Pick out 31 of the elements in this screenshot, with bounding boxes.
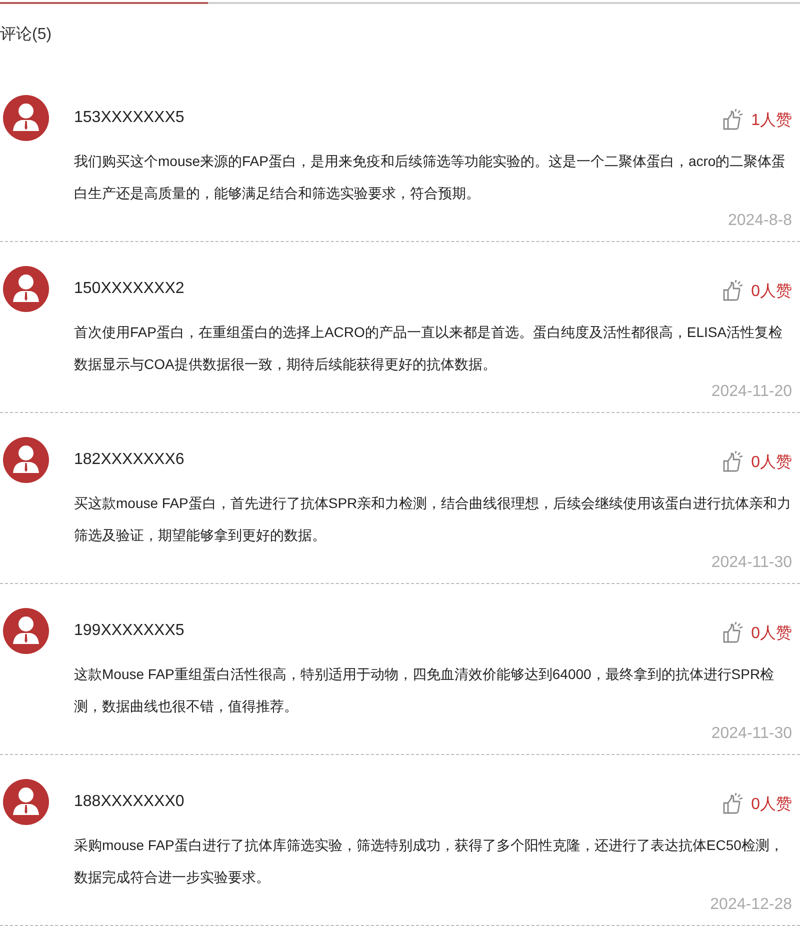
- avatar-icon: [3, 608, 49, 654]
- comment-text: 我们购买这个mouse来源的FAP蛋白，是用来免疫和后续筛选等功能实验的。这是一个二聚体蛋白，acro的二聚体蛋白生产还是高质量的，能够满足结合和筛选实验要求，符合预期。: [74, 152, 787, 203]
- like-button[interactable]: 1人赞: [721, 108, 792, 132]
- thumbs-up-icon: [721, 792, 746, 816]
- thumbs-up-icon: [721, 621, 746, 645]
- comment-date: 2024-11-30: [711, 724, 792, 744]
- comments-heading: 评论(5): [0, 25, 53, 45]
- avatar-icon: [3, 437, 49, 483]
- comment-date: 2024-11-20: [711, 382, 792, 402]
- thumbs-up-icon: [721, 108, 746, 132]
- comment-text: 首次使用FAP蛋白，在重组蛋白的选择上ACRO的产品一直以来都是首选。蛋白纯度及活性都很高，ELISA活性复检数据显示与COA提供数据很一致，期待后续能获得更好的抗体数据。: [74, 323, 784, 374]
- avatar-icon: [3, 266, 49, 312]
- username: 188XXXXXXX0: [74, 793, 186, 811]
- username: 199XXXXXXX5: [74, 622, 186, 640]
- username: 150XXXXXXX2: [74, 280, 186, 298]
- thumbs-up-icon: [721, 279, 746, 303]
- like-button[interactable]: 0人赞: [721, 279, 792, 303]
- username: 182XXXXXXX6: [74, 451, 186, 469]
- thumbs-up-icon: [721, 450, 746, 474]
- comment-text: 采购mouse FAP蛋白进行了抗体库筛选实验，筛选特别成功，获得了多个阳性克隆，还进行了表达抗体EC50检测，数据完成符合进一步实验要求。: [74, 836, 784, 887]
- comment-date: 2024-12-28: [710, 895, 792, 915]
- comment-date: 2024-8-8: [728, 211, 792, 231]
- avatar-icon: [3, 95, 49, 141]
- like-button[interactable]: 0人赞: [721, 792, 792, 816]
- comment-text: 买这款mouse FAP蛋白，首先进行了抗体SPR亲和力检测，结合曲线很理想，后续会继续使用该蛋白进行抗体亲和力筛选及验证，期望能够拿到更好的数据。: [74, 494, 792, 545]
- username: 153XXXXXXX5: [74, 109, 186, 127]
- like-button[interactable]: 0人赞: [721, 450, 792, 474]
- like-button[interactable]: 0人赞: [721, 621, 792, 645]
- comment-text: 这款Mouse FAP重组蛋白活性很高，特别适用于动物，四免血清效价能够达到64000，最终拿到的抗体进行SPR检测，数据曲线也很不错，值得推荐。: [74, 665, 776, 716]
- comment-date: 2024-11-30: [711, 553, 792, 573]
- avatar-icon: [3, 779, 49, 825]
